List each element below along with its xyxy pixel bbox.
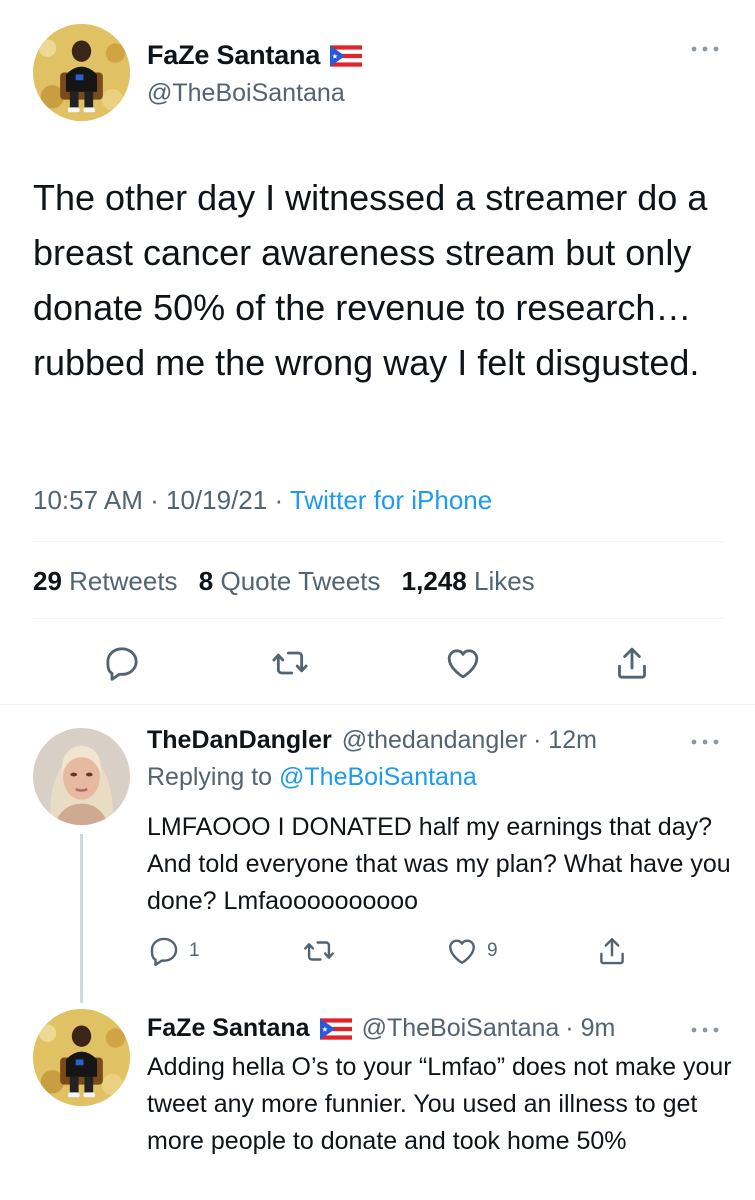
reply-icon[interactable] xyxy=(102,643,142,683)
tweet-age[interactable]: · 12m xyxy=(533,726,597,755)
flag-wrapper xyxy=(320,1018,352,1040)
avatar[interactable] xyxy=(33,728,130,825)
reply-text: Adding hella O’s to your “Lmfao” does no… xyxy=(147,1053,732,1155)
like-count: 9 xyxy=(487,940,498,961)
reply-text: LMFAOOO I DONATED half my earnings that … xyxy=(147,813,731,915)
like-icon[interactable] xyxy=(443,643,483,683)
reply-button[interactable]: 1 xyxy=(147,934,200,968)
reply-header: FaZe Santana @TheBoiSantana · 9m xyxy=(147,1014,615,1043)
reply-tweet[interactable]: TheDanDangler @thedandangler · 12m Reply… xyxy=(0,706,755,991)
retweets-stat[interactable]: 29 Retweets xyxy=(33,566,178,596)
engagement-stats: 29 Retweets 8 Quote Tweets 1,248 Likes xyxy=(33,566,535,597)
share-button[interactable] xyxy=(595,934,629,968)
quotes-label: Quote Tweets xyxy=(220,566,381,596)
quotes-stat[interactable]: 8 Quote Tweets xyxy=(199,566,381,596)
retweet-button[interactable] xyxy=(302,934,336,968)
replying-to: Replying to @TheBoiSantana xyxy=(147,763,477,792)
tweet-source[interactable]: Twitter for iPhone xyxy=(290,485,492,515)
display-name[interactable]: FaZe Santana xyxy=(147,1014,310,1043)
puerto-rico-flag-icon xyxy=(320,1018,352,1040)
display-name[interactable]: FaZe Santana xyxy=(147,40,362,71)
tweet-time[interactable]: 10:57 AM xyxy=(33,485,143,515)
avatar[interactable] xyxy=(33,24,130,121)
tweet-age[interactable]: · 9m xyxy=(565,1014,615,1043)
tweet-meta: 10:57 AM · 10/19/21 · Twitter for iPhone xyxy=(33,485,492,516)
tweet-text: The other day I witnessed a streamer do … xyxy=(33,177,708,383)
retweets-label: Retweets xyxy=(69,566,178,596)
retweets-count: 29 xyxy=(33,566,62,596)
tweet-date[interactable]: 10/19/21 xyxy=(166,485,267,515)
handle[interactable]: @thedandangler xyxy=(342,726,527,755)
more-options-icon[interactable] xyxy=(690,1025,720,1035)
replying-prefix: Replying to xyxy=(147,763,273,791)
more-options-icon[interactable] xyxy=(690,737,720,747)
thread-line xyxy=(80,834,83,991)
reply-header: TheDanDangler @thedandangler · 12m xyxy=(147,726,597,755)
avatar-image xyxy=(33,24,130,121)
reply-count: 1 xyxy=(189,940,200,961)
reply-icon xyxy=(147,934,181,968)
retweet-icon[interactable] xyxy=(270,643,310,683)
display-name-text: FaZe Santana xyxy=(147,40,321,70)
replying-to-link[interactable]: @TheBoiSantana xyxy=(279,763,477,791)
meta-separator: · xyxy=(274,485,284,515)
avatar-image xyxy=(33,728,130,825)
share-icon[interactable] xyxy=(612,643,652,683)
handle[interactable]: @TheBoiSantana xyxy=(147,79,345,108)
likes-stat[interactable]: 1,248 Likes xyxy=(402,566,535,596)
likes-count: 1,248 xyxy=(401,566,467,596)
handle[interactable]: @TheBoiSantana xyxy=(362,1014,560,1043)
display-name[interactable]: TheDanDangler xyxy=(147,726,332,755)
avatar-image xyxy=(33,1009,130,1106)
likes-label: Likes xyxy=(473,566,535,596)
reply-tweet[interactable]: FaZe Santana @TheBoiSantana · 9m Adding … xyxy=(0,991,755,1200)
divider xyxy=(33,618,723,619)
thread-line xyxy=(80,991,83,1003)
meta-separator: · xyxy=(150,485,159,515)
share-icon xyxy=(595,934,629,968)
like-icon xyxy=(445,934,479,968)
divider xyxy=(33,541,723,542)
puerto-rico-flag-icon xyxy=(330,45,362,67)
like-button[interactable]: 9 xyxy=(445,934,498,968)
main-tweet: FaZe Santana @TheBoiSantana The other da… xyxy=(0,0,755,705)
more-options-icon[interactable] xyxy=(690,44,720,54)
quotes-count: 8 xyxy=(198,566,214,596)
retweet-icon xyxy=(302,934,336,968)
avatar[interactable] xyxy=(33,1009,130,1106)
